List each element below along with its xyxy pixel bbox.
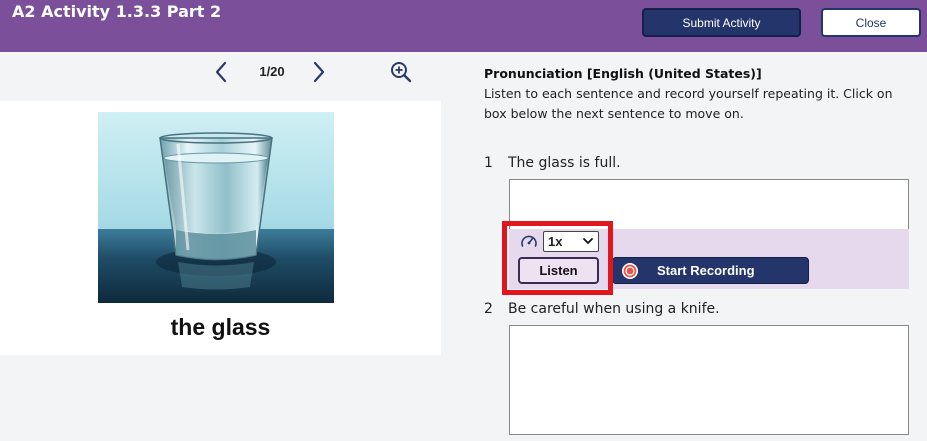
page-counter: 1/20 — [259, 64, 285, 79]
start-recording-label: Start Recording — [657, 263, 755, 278]
instructions-text: Listen to each sentence and record yours… — [484, 86, 893, 121]
chevron-left-icon — [215, 61, 227, 83]
question-number: 2 — [484, 301, 493, 317]
record-icon — [622, 263, 638, 279]
start-recording-button[interactable]: Start Recording — [612, 257, 809, 284]
close-button[interactable]: Close — [821, 8, 921, 37]
next-page-button[interactable] — [308, 60, 330, 84]
chevron-right-icon — [313, 61, 325, 83]
zoom-in-icon — [391, 62, 412, 83]
page-title: A2 Activity 1.3.3 Part 2 — [12, 2, 222, 21]
question-number: 1 — [484, 155, 493, 171]
flashcard-caption: the glass — [170, 314, 271, 340]
submit-activity-button[interactable]: Submit Activity — [642, 8, 801, 37]
answer-box-2[interactable] — [509, 325, 909, 435]
question-text: Be careful when using a knife. — [508, 301, 720, 317]
glass-image — [98, 112, 334, 303]
question-text: The glass is full. — [508, 155, 621, 171]
annotation-highlight-box — [502, 221, 613, 295]
instructions-title: Pronunciation [English (United States)] — [484, 66, 762, 81]
previous-page-button[interactable] — [210, 60, 232, 84]
flashcard: the glass — [0, 101, 441, 355]
zoom-in-button[interactable] — [388, 59, 414, 85]
header-bar: A2 Activity 1.3.3 Part 2 Submit Activity… — [0, 0, 927, 52]
